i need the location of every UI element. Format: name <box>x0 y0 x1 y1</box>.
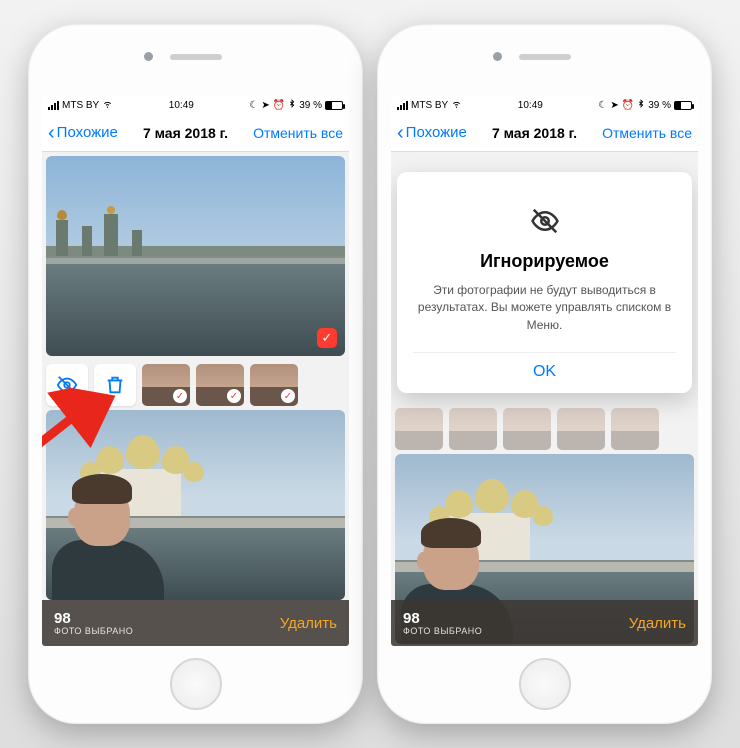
phone-speaker <box>519 54 571 60</box>
thumbnail <box>395 408 443 450</box>
dnd-icon: ☾ <box>249 100 258 111</box>
carrier-label: MTS BY <box>411 100 448 111</box>
alarm-icon: ⏰ <box>273 100 285 111</box>
location-icon: ➤ <box>261 100 269 111</box>
selection-label: ФОТО ВЫБРАНО <box>403 626 482 636</box>
selection-bar: 98 ФОТО ВЫБРАНО Удалить <box>391 600 698 646</box>
back-button[interactable]: ‹ Похожие <box>397 124 467 141</box>
battery-pct: 39 % <box>648 100 671 111</box>
carrier-label: MTS BY <box>62 100 99 111</box>
page-title: 7 мая 2018 г. <box>492 125 577 141</box>
check-icon: ✓ <box>173 389 187 403</box>
selection-bar: 98 ФОТО ВЫБРАНО Удалить <box>42 600 349 646</box>
delete-button[interactable]: Удалить <box>280 615 337 632</box>
nav-bar: ‹ Похожие 7 мая 2018 г. Отменить все <box>42 114 349 152</box>
wifi-icon <box>451 98 462 112</box>
cancel-all-button[interactable]: Отменить все <box>602 125 692 141</box>
back-button[interactable]: ‹ Похожие <box>48 124 118 141</box>
thumbnail <box>449 408 497 450</box>
location-icon: ➤ <box>610 100 618 111</box>
main-content: Игнорируемое Эти фотографии не будут выв… <box>391 152 698 646</box>
wifi-icon <box>102 98 113 112</box>
phone-left: MTS BY 10:49 ☾ ➤ ⏰ 39 % <box>28 24 363 724</box>
back-label: Похожие <box>57 124 118 141</box>
action-row-dimmed <box>391 404 698 454</box>
signal-icon <box>397 101 408 110</box>
selection-count: 98 <box>403 611 482 626</box>
back-label: Похожие <box>406 124 467 141</box>
bluetooth-icon <box>288 98 296 112</box>
thumbnail-1[interactable]: ✓ <box>142 364 190 406</box>
modal-body: Эти фотографии не будут выводиться в рез… <box>413 282 676 334</box>
check-icon: ✓ <box>227 389 241 403</box>
battery-icon <box>325 101 343 110</box>
modal-ok-button[interactable]: OK <box>413 352 676 385</box>
thumbnail <box>503 408 551 450</box>
bluetooth-icon <box>637 98 645 112</box>
stage: ЯБЛЫК MTS BY 10:49 ☾ ➤ ⏰ <box>0 0 740 748</box>
clock: 10:49 <box>518 100 543 111</box>
thumbnail <box>557 408 605 450</box>
preview-photo[interactable]: ✓ <box>46 156 345 356</box>
trash-icon <box>104 374 126 396</box>
phone-camera <box>493 52 502 61</box>
selection-count: 98 <box>54 611 133 626</box>
alarm-icon: ⏰ <box>622 100 634 111</box>
thumbnail-3[interactable]: ✓ <box>250 364 298 406</box>
battery-icon <box>674 101 692 110</box>
page-title: 7 мая 2018 г. <box>143 125 228 141</box>
status-bar: MTS BY 10:49 ☾ ➤ ⏰ 39 % <box>391 96 698 114</box>
home-button[interactable] <box>519 658 571 710</box>
phone-right: MTS BY 10:49 ☾ ➤ ⏰ 39 % <box>377 24 712 724</box>
dnd-icon: ☾ <box>598 100 607 111</box>
screen-right: MTS BY 10:49 ☾ ➤ ⏰ 39 % <box>391 96 698 646</box>
phone-speaker <box>170 54 222 60</box>
thumbnail <box>611 408 659 450</box>
eye-slash-icon <box>530 206 560 236</box>
cancel-all-button[interactable]: Отменить все <box>253 125 343 141</box>
ignore-info-modal: Игнорируемое Эти фотографии не будут выв… <box>397 172 692 393</box>
main-content: ✓ ✓ ✓ ✓ <box>42 152 349 646</box>
battery-pct: 39 % <box>299 100 322 111</box>
action-row: ✓ ✓ ✓ <box>42 360 349 410</box>
check-icon: ✓ <box>281 389 295 403</box>
thumbnail-2[interactable]: ✓ <box>196 364 244 406</box>
home-button[interactable] <box>170 658 222 710</box>
screen-left: MTS BY 10:49 ☾ ➤ ⏰ 39 % <box>42 96 349 646</box>
selection-label: ФОТО ВЫБРАНО <box>54 626 133 636</box>
clock: 10:49 <box>169 100 194 111</box>
nav-bar: ‹ Похожие 7 мая 2018 г. Отменить все <box>391 114 698 152</box>
signal-icon <box>48 101 59 110</box>
phone-camera <box>144 52 153 61</box>
selected-badge[interactable]: ✓ <box>317 328 337 348</box>
modal-title: Игнорируемое <box>413 251 676 272</box>
delete-button[interactable]: Удалить <box>629 615 686 632</box>
status-bar: MTS BY 10:49 ☾ ➤ ⏰ 39 % <box>42 96 349 114</box>
